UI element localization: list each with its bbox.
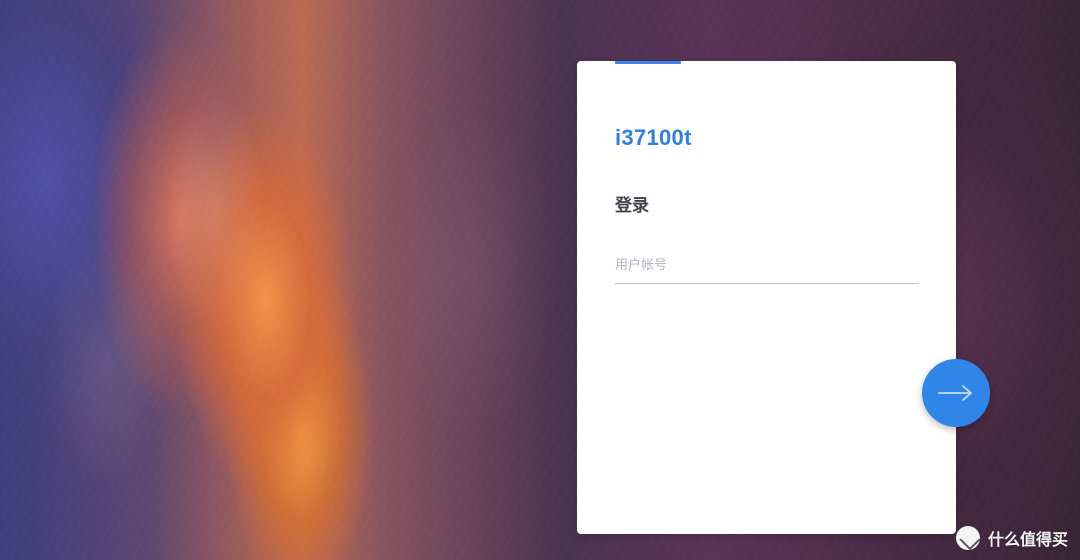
arrow-right-icon xyxy=(937,382,975,404)
username-field xyxy=(615,247,919,284)
card-accent-bar xyxy=(615,61,681,64)
server-name: i37100t xyxy=(615,125,692,150)
login-card: i37100t 登录 xyxy=(577,61,956,534)
username-input[interactable] xyxy=(615,247,919,283)
watermark: 什么值得买 xyxy=(955,526,1068,550)
next-button[interactable] xyxy=(922,359,990,427)
watermark-text: 什么值得买 xyxy=(987,530,1068,549)
login-title: 登录 xyxy=(615,196,649,216)
smzdm-logo-icon xyxy=(955,526,980,550)
